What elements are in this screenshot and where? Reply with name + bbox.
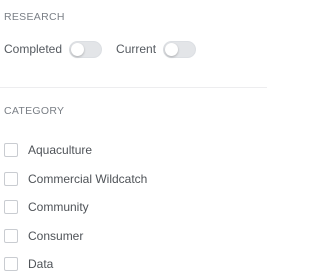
category-label: Data xyxy=(28,257,54,271)
category-item-commercial-wildcatch[interactable]: Commercial Wildcatch xyxy=(4,166,147,192)
category-label: Aquaculture xyxy=(28,143,93,157)
current-toggle[interactable] xyxy=(163,40,197,58)
category-item-consumer[interactable]: Consumer xyxy=(4,223,147,249)
toggle-knob xyxy=(165,42,179,56)
completed-toggle-label: Completed xyxy=(4,42,63,56)
toggle-knob xyxy=(71,42,85,56)
category-item-data[interactable]: Data xyxy=(4,251,147,272)
category-item-community[interactable]: Community xyxy=(4,194,147,220)
checkbox[interactable] xyxy=(4,257,18,271)
category-list: Aquaculture Commercial Wildcatch Communi… xyxy=(4,137,147,272)
category-item-aquaculture[interactable]: Aquaculture xyxy=(4,137,147,163)
category-label: Consumer xyxy=(28,228,84,243)
checkbox[interactable] xyxy=(4,200,18,214)
completed-toggle[interactable] xyxy=(69,40,103,58)
filter-panel: RESEARCH Completed Current CATEGORY Aqua… xyxy=(0,0,267,272)
research-toggles: Completed Current xyxy=(4,40,197,58)
category-heading: CATEGORY xyxy=(4,105,65,117)
checkbox[interactable] xyxy=(4,228,18,243)
category-label: Community xyxy=(28,200,89,214)
section-divider xyxy=(0,87,267,88)
current-toggle-label: Current xyxy=(116,42,157,56)
checkbox[interactable] xyxy=(4,143,18,157)
research-heading: RESEARCH xyxy=(4,11,65,23)
category-label: Commercial Wildcatch xyxy=(28,171,148,186)
checkbox[interactable] xyxy=(4,171,18,186)
